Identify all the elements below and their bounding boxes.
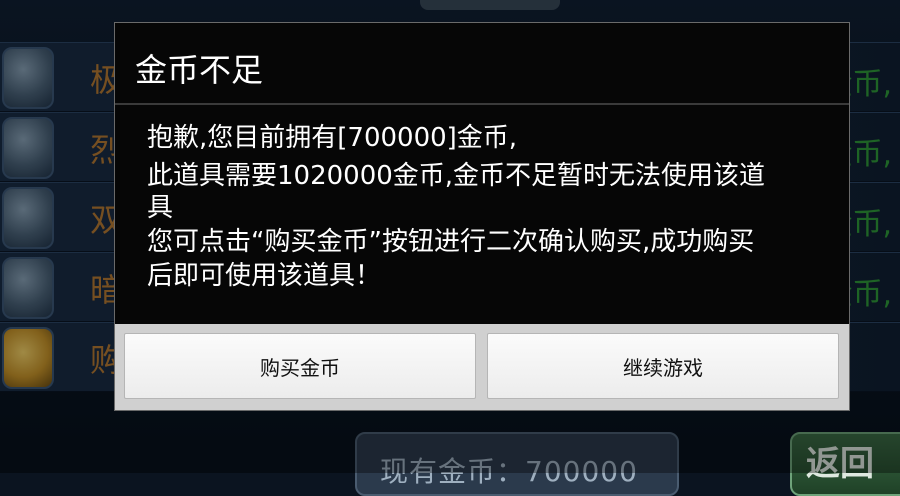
buy-gold-button[interactable]: 购买金币 (124, 333, 476, 399)
title-divider (115, 103, 849, 105)
continue-game-button[interactable]: 继续游戏 (487, 333, 839, 399)
message-line: 此道具需要1020000金币,金币不足暂时无法使用该道 (147, 161, 766, 191)
dialog-button-bar: 购买金币 继续游戏 (115, 324, 849, 410)
insufficient-gold-dialog: 金币不足 抱歉,您目前拥有[700000]金币, 此道具需要1020000金币,… (114, 22, 850, 411)
message-line: 具 (147, 193, 174, 223)
message-line: 您可点击“购买金币”按钮进行二次确认购买,成功购买 (147, 227, 755, 257)
message-line: 抱歉,您目前拥有[700000]金币, (147, 123, 518, 153)
dialog-title: 金币不足 (135, 51, 264, 89)
message-line: 后即可使用该道具！ (147, 261, 382, 291)
